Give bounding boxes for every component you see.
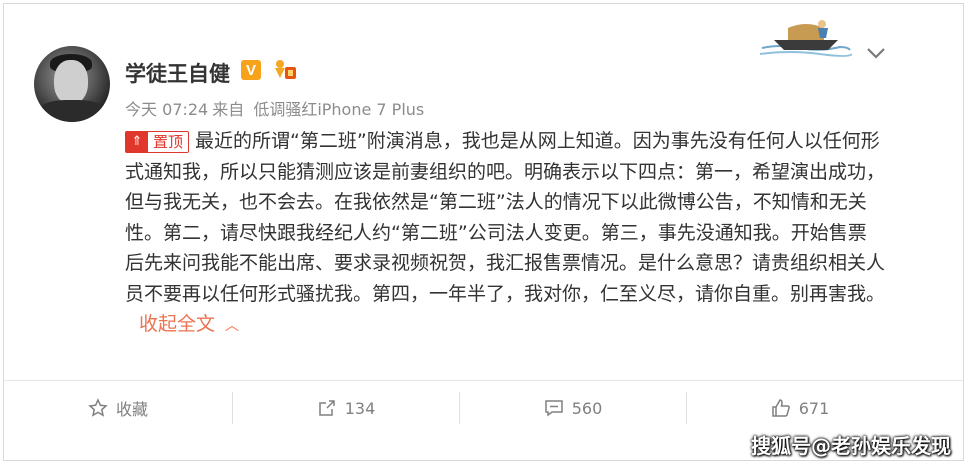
share-button[interactable]: 134 (233, 392, 459, 424)
pin-icon: ⇑ (126, 132, 148, 152)
collapse-full-text-link[interactable]: 收起全文 ︿ (139, 313, 239, 335)
avatar-shirt (38, 100, 106, 122)
favorite-button[interactable]: 收藏 (4, 392, 232, 424)
thumbs-up-icon (771, 399, 790, 417)
footer-divider (4, 380, 963, 381)
avatar[interactable] (34, 46, 110, 122)
share-count: 134 (344, 398, 376, 418)
chevron-down-icon[interactable] (866, 46, 886, 60)
comment-icon (544, 400, 563, 417)
share-icon (318, 400, 335, 416)
like-count: 671 (798, 398, 830, 418)
comment-count: 560 (571, 398, 603, 418)
username[interactable]: 学徒王自健 (125, 58, 230, 88)
boat-illustration-icon (760, 20, 852, 57)
post-body-text: 最近的所谓“第二班”附演消息，我也是从网上知道。因为事先没有任何人以任何形式通知… (125, 130, 886, 305)
post-time[interactable]: 今天 07:24 (125, 100, 208, 119)
chevron-up-icon[interactable]: ︿ (225, 318, 239, 334)
post-meta: 今天 07:24 来自 低调骚红iPhone 7 Plus (125, 96, 428, 120)
verified-v-icon[interactable]: V (241, 60, 261, 80)
pinned-label: 置顶 (153, 133, 184, 151)
comment-button[interactable]: 560 (460, 392, 686, 424)
star-icon (88, 398, 108, 417)
pinned-tag: ⇑ 置顶 (125, 131, 190, 153)
member-crown-icon[interactable] (272, 58, 298, 82)
post-source-prefix: 来自 (212, 100, 245, 119)
post-content: ⇑ 置顶 最近的所谓“第二班”附演消息，我也是从网上知道。因为事先没有任何人以任何形… (125, 126, 885, 342)
favorite-label: 收藏 (115, 400, 148, 419)
like-button[interactable]: 671 (687, 392, 913, 424)
watermark: 搜狐号@老孙娱乐发现 (751, 434, 951, 458)
avatar-face (54, 60, 88, 104)
collapse-label[interactable]: 收起全文 (139, 313, 215, 335)
post-source[interactable]: 低调骚红iPhone 7 Plus (253, 100, 424, 119)
